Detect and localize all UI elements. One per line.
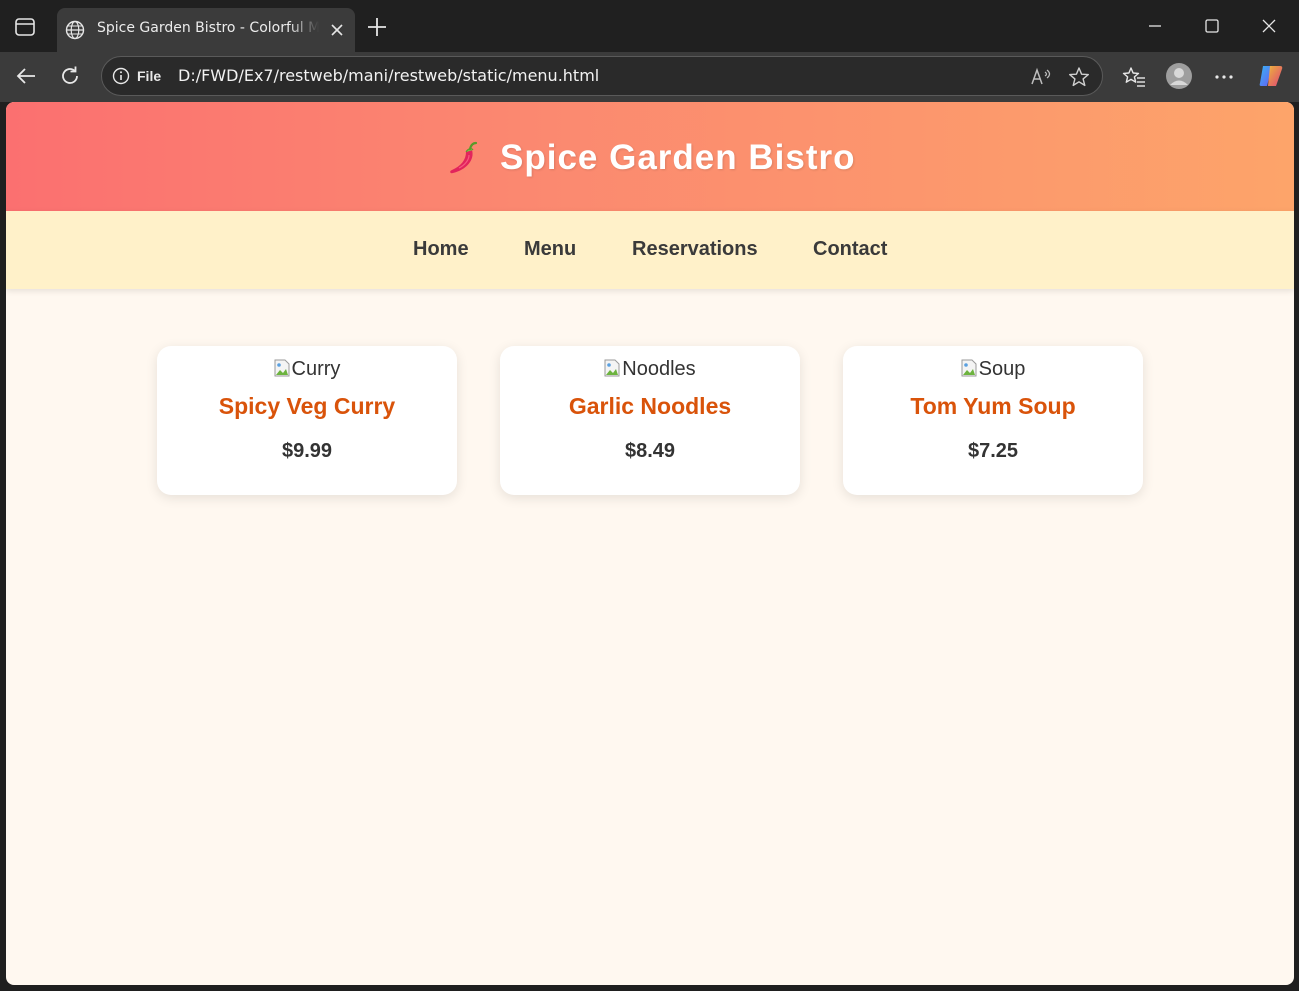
dish-price: $9.99 (281, 440, 333, 462)
dish-image-alt: Curry (291, 358, 341, 380)
dish-image-alt: Soup (978, 358, 1026, 380)
reload-icon[interactable] (58, 64, 82, 88)
back-arrow-icon[interactable] (14, 64, 38, 88)
dish-image: Noodles (500, 358, 800, 381)
globe-icon (65, 20, 85, 40)
copilot-icon[interactable] (1257, 62, 1285, 90)
minimize-icon[interactable] (1145, 16, 1165, 36)
nav-link-contact[interactable]: Contact (813, 238, 887, 261)
nav-link-reservations[interactable]: Reservations (632, 238, 758, 261)
dish-price: $7.25 (967, 440, 1019, 462)
broken-image-icon (274, 359, 290, 377)
dish-image: Curry (157, 358, 457, 381)
dish-image-alt: Noodles (622, 358, 696, 380)
close-tab-icon[interactable] (329, 22, 345, 38)
dish-name: Tom Yum Soup (910, 393, 1076, 419)
maximize-icon[interactable] (1202, 16, 1222, 36)
scheme-label: File (137, 68, 162, 84)
sidebar-toggle-icon[interactable] (14, 17, 36, 37)
site-header: Spice Garden Bistro (6, 102, 1294, 211)
profile-avatar-icon[interactable] (1165, 62, 1193, 90)
star-icon[interactable] (1068, 66, 1090, 88)
menu-card: Soup Tom Yum Soup $7.25 (843, 346, 1143, 495)
browser-toolbar: File D:/FWD/Ex7/restweb/mani/restweb/sta… (0, 52, 1299, 102)
nav-link-home[interactable]: Home (413, 238, 469, 261)
info-icon[interactable] (112, 67, 130, 85)
browser-tab-bar: Spice Garden Bistro - Colorful Menu (0, 0, 1299, 52)
nav-link-menu[interactable]: Menu (524, 238, 576, 261)
site-title: Spice Garden Bistro (500, 138, 856, 177)
main-nav: Home Menu Reservations Contact (6, 211, 1294, 289)
more-options-icon[interactable] (1212, 65, 1236, 89)
broken-image-icon (961, 359, 977, 377)
close-window-icon[interactable] (1259, 16, 1279, 36)
favorites-icon[interactable] (1122, 65, 1146, 89)
url-text[interactable]: D:/FWD/Ex7/restweb/mani/restweb/static/m… (178, 66, 599, 85)
dish-name: Spicy Veg Curry (218, 393, 396, 419)
page-viewport: Spice Garden Bistro Home Menu Reservatio… (6, 102, 1294, 985)
read-aloud-icon[interactable] (1030, 66, 1052, 88)
browser-tab[interactable]: Spice Garden Bistro - Colorful Menu (57, 8, 355, 52)
dish-price: $8.49 (624, 440, 676, 462)
menu-card: Noodles Garlic Noodles $8.49 (500, 346, 800, 495)
address-bar[interactable]: File D:/FWD/Ex7/restweb/mani/restweb/sta… (101, 56, 1103, 96)
menu-card: Curry Spicy Veg Curry $9.99 (157, 346, 457, 495)
broken-image-icon (604, 359, 620, 377)
chili-pepper-icon (450, 141, 478, 174)
dish-image: Soup (843, 358, 1143, 381)
dish-name: Garlic Noodles (568, 393, 732, 419)
tab-title: Spice Garden Bistro - Colorful Menu (97, 20, 319, 36)
new-tab-icon[interactable] (366, 16, 388, 38)
